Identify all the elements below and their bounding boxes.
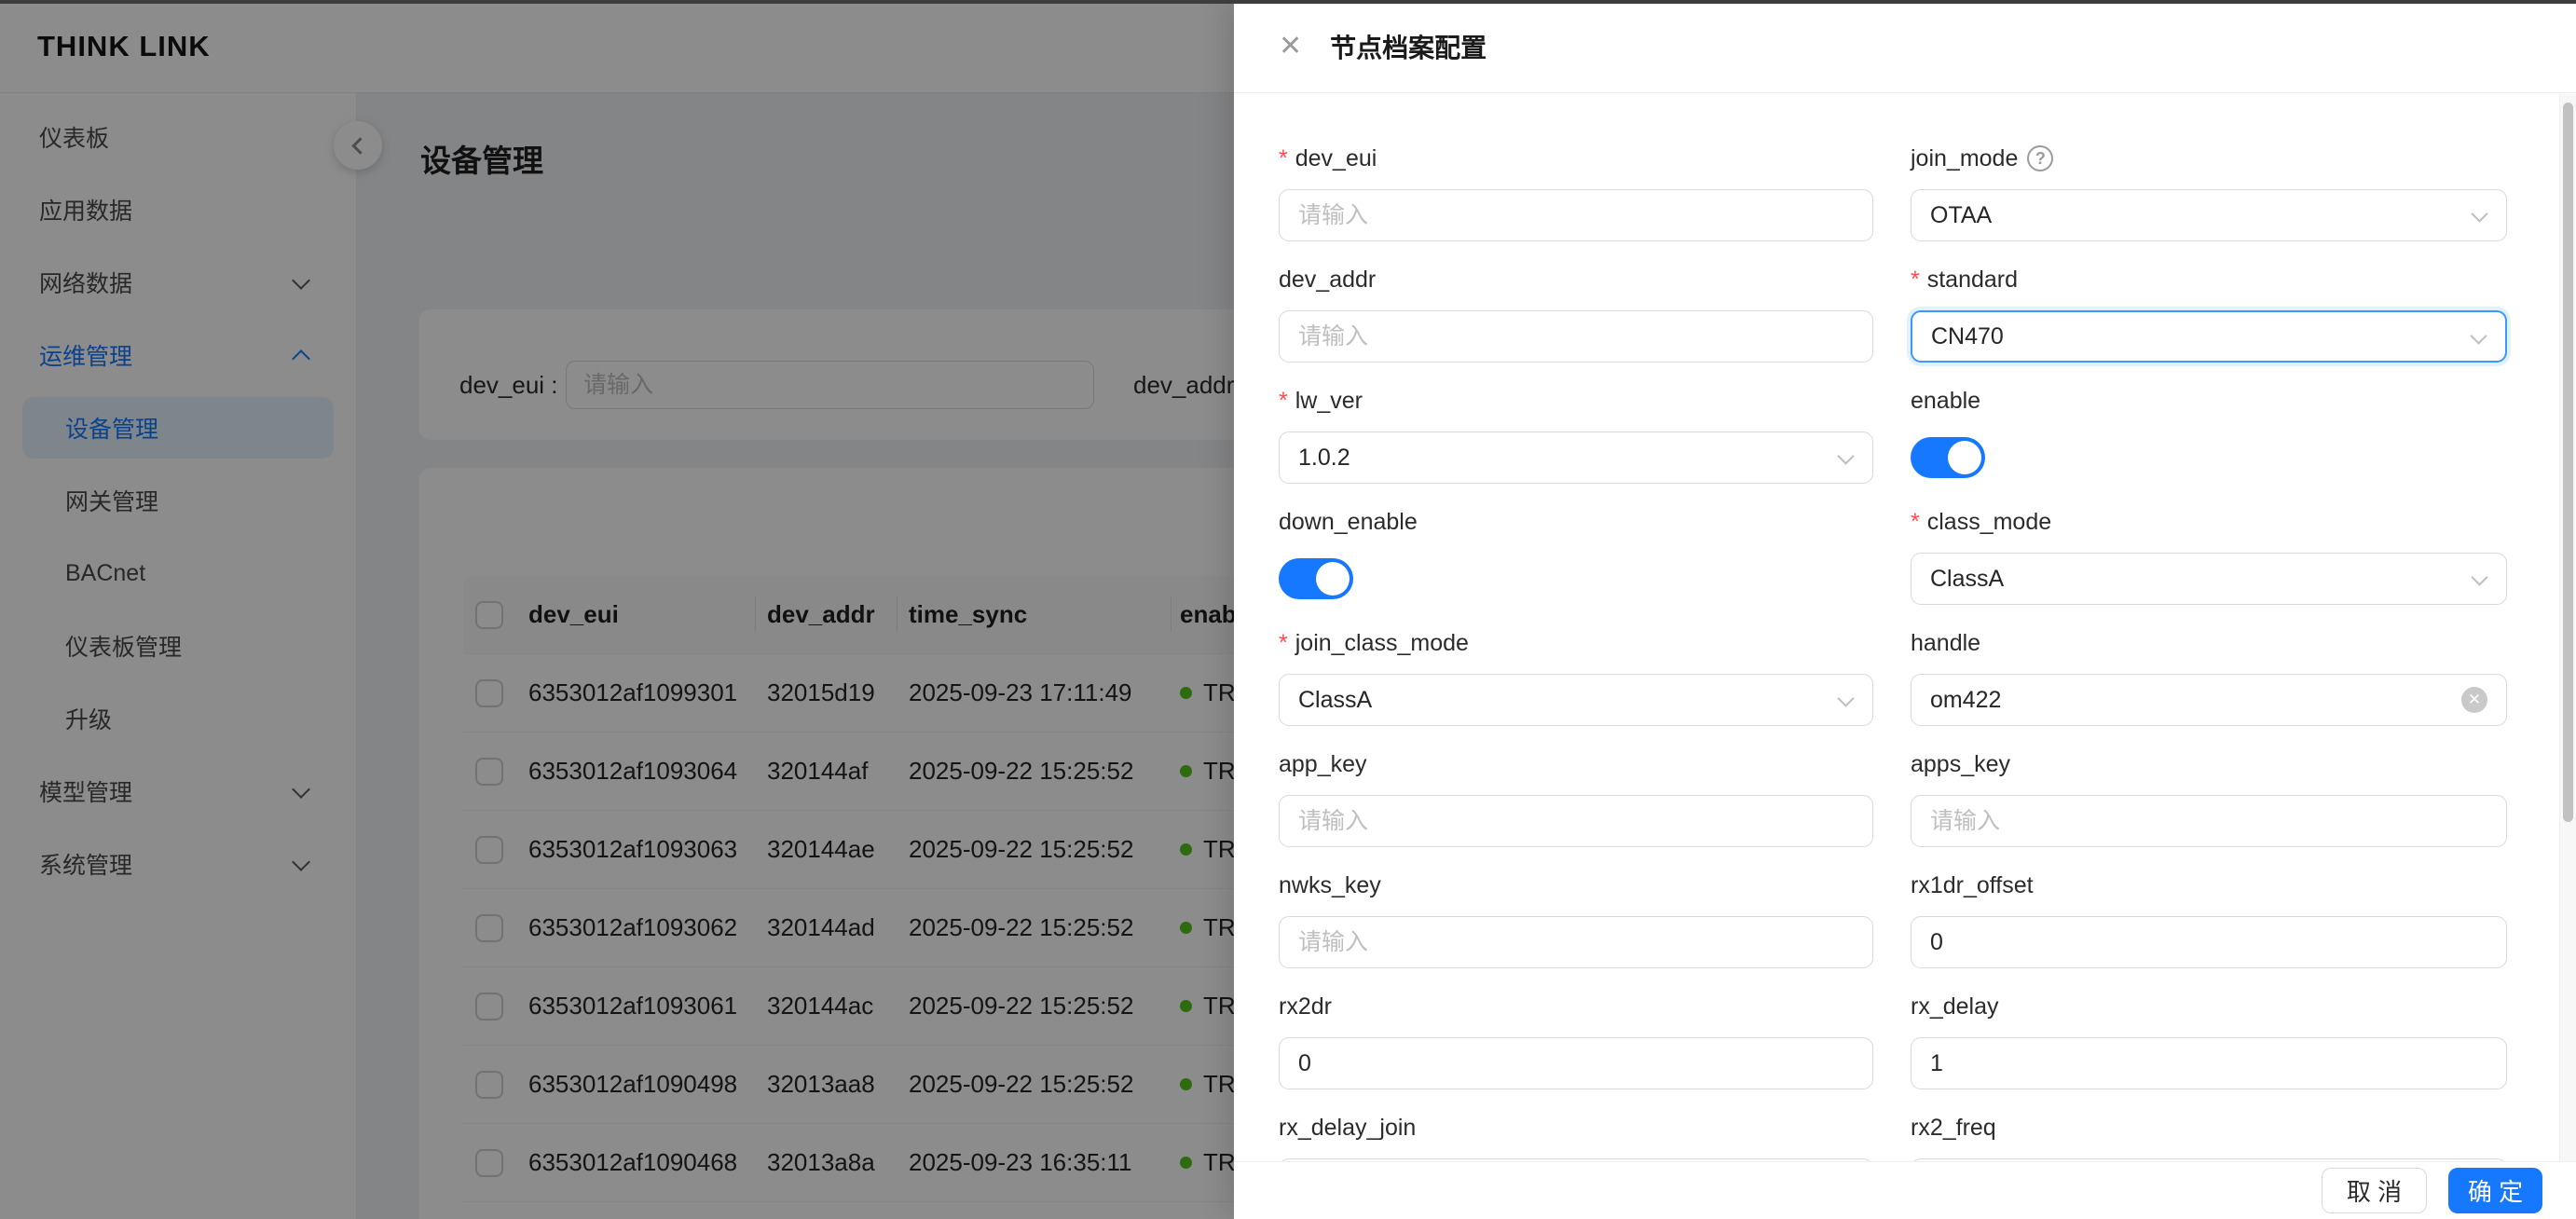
- field-label: rx_delay_join: [1279, 1114, 1417, 1141]
- field-label: rx2dr: [1279, 993, 1332, 1020]
- lw-ver-select[interactable]: 1.0.2: [1279, 431, 1873, 484]
- clear-icon[interactable]: ✕: [2461, 687, 2487, 713]
- required-mark: *: [1279, 144, 1288, 171]
- drawer-title: 节点档案配置: [1330, 33, 1487, 62]
- screen: THINK LINK 仪表板 应用数据 网络数据 运维管理 设备管理 网关管理 …: [0, 0, 2576, 1219]
- field-label: nwks_key: [1279, 871, 1381, 898]
- required-mark: *: [1279, 629, 1288, 656]
- join-mode-select[interactable]: OTAA: [1911, 189, 2507, 241]
- required-mark: *: [1279, 387, 1288, 414]
- field-enable: enable: [1911, 387, 2507, 484]
- field-rx-delay-join: rx_delay_join: [1279, 1114, 1873, 1161]
- handle-input[interactable]: [1930, 686, 2487, 714]
- field-label: dev_addr: [1279, 266, 1377, 293]
- field-label: rx1dr_offset: [1911, 871, 2034, 898]
- select-value: OTAA: [1930, 201, 1993, 228]
- field-apps-key: apps_key: [1911, 750, 2507, 847]
- rx1dr-offset-input[interactable]: [1930, 928, 2487, 956]
- select-value: ClassA: [1930, 565, 2005, 592]
- field-label: dev_eui: [1295, 144, 1377, 171]
- field-label: standard: [1926, 266, 2019, 293]
- toggle-knob: [1316, 562, 1350, 596]
- dev-addr-input[interactable]: [1298, 322, 1854, 350]
- standard-select[interactable]: CN470: [1911, 310, 2507, 363]
- confirm-button[interactable]: 确 定: [2448, 1168, 2542, 1213]
- dev-eui-input[interactable]: [1298, 201, 1854, 229]
- toggle-knob: [1948, 441, 1981, 474]
- field-rx2-freq: rx2_freq: [1911, 1114, 2507, 1161]
- select-value: CN470: [1931, 322, 2004, 349]
- chevron-down-icon: [1837, 690, 1855, 707]
- field-label: rx2_freq: [1911, 1114, 1996, 1141]
- drawer-footer: 取 消 确 定: [1234, 1161, 2576, 1219]
- chevron-down-icon: [1837, 447, 1855, 465]
- field-rx2dr: rx2dr: [1279, 993, 1873, 1089]
- rx-delay-input[interactable]: [1930, 1049, 2487, 1077]
- drawer-body: *dev_eui join_mode? OTAA dev_addr *stand…: [1234, 94, 2559, 1161]
- drawer-header: ✕ 节点档案配置: [1234, 0, 2576, 93]
- node-profile-drawer: ✕ 节点档案配置 * dev_eui join_mode? OTAA dev_ad…: [1234, 0, 2576, 1219]
- close-icon[interactable]: ✕: [1279, 32, 1302, 61]
- field-down-enable: down_enable: [1279, 508, 1873, 605]
- field-label: app_key: [1279, 750, 1367, 777]
- class-mode-select[interactable]: ClassA: [1911, 553, 2507, 605]
- apps-key-input[interactable]: [1930, 807, 2487, 835]
- rx2dr-input[interactable]: [1298, 1049, 1854, 1077]
- field-label: apps_key: [1911, 750, 2011, 777]
- required-mark: *: [1911, 508, 1920, 535]
- field-label: join_class_mode: [1295, 629, 1469, 656]
- app-key-input[interactable]: [1298, 807, 1854, 835]
- field-app-key: app_key: [1279, 750, 1873, 847]
- help-icon[interactable]: ?: [2027, 145, 2054, 171]
- field-handle: handle ✕: [1911, 629, 2507, 726]
- field-rx1dr-offset: rx1dr_offset: [1911, 871, 2507, 968]
- field-label: class_mode: [1926, 508, 2052, 535]
- field-label: enable: [1911, 387, 1981, 414]
- field-dev-eui: * dev_eui: [1279, 144, 1873, 241]
- down-enable-toggle[interactable]: [1279, 558, 1353, 599]
- field-dev-addr: dev_addr: [1279, 266, 1873, 363]
- select-value: 1.0.2: [1298, 444, 1350, 471]
- enable-toggle[interactable]: [1911, 437, 1985, 478]
- chevron-down-icon: [2471, 205, 2488, 223]
- select-value: ClassA: [1298, 686, 1373, 713]
- node-profile-form: *dev_eui join_mode? OTAA dev_addr *stand…: [1279, 144, 2507, 1161]
- nwks-key-input[interactable]: [1298, 928, 1854, 956]
- chevron-down-icon: [2470, 327, 2487, 345]
- field-label: lw_ver: [1295, 387, 1363, 414]
- chevron-down-icon: [2471, 568, 2488, 586]
- field-nwks-key: nwks_key: [1279, 871, 1873, 968]
- field-label: rx_delay: [1911, 993, 1999, 1020]
- field-lw-ver: * lw_ver 1.0.2: [1279, 387, 1873, 484]
- field-join-class-mode: * join_class_mode ClassA: [1279, 629, 1873, 726]
- field-join-mode: join_mode? OTAA: [1911, 144, 2507, 241]
- field-class-mode: * class_mode ClassA: [1911, 508, 2507, 605]
- cancel-button[interactable]: 取 消: [2322, 1168, 2427, 1213]
- field-rx-delay: rx_delay: [1911, 993, 2507, 1089]
- field-label: handle: [1911, 629, 1981, 656]
- scrollbar-thumb[interactable]: [2563, 103, 2573, 822]
- required-mark: *: [1911, 266, 1920, 293]
- field-label: down_enable: [1279, 508, 1418, 535]
- window-top-edge: [0, 0, 2576, 4]
- join-class-mode-select[interactable]: ClassA: [1279, 674, 1873, 726]
- drawer-scrollbar: [2559, 94, 2576, 1161]
- field-standard: * standard CN470: [1911, 266, 2507, 363]
- field-label: join_mode: [1911, 144, 2019, 171]
